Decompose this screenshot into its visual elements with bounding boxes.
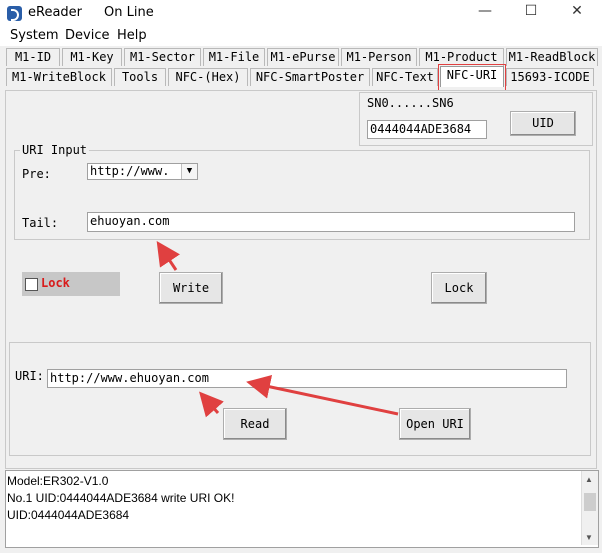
read-button[interactable]: Read bbox=[223, 408, 287, 440]
lock-checkbox[interactable] bbox=[25, 278, 38, 291]
menu-device[interactable]: Device bbox=[65, 28, 109, 43]
tab-m1-writeblock[interactable]: M1-WriteBlock bbox=[6, 68, 112, 86]
tab-row-1: M1-ID M1-Key M1-Sector M1-File M1-ePurse… bbox=[6, 48, 598, 66]
serial-number-label: SN0......SN6 bbox=[367, 96, 454, 110]
menu-help[interactable]: Help bbox=[117, 28, 147, 43]
window-title: eReader bbox=[28, 5, 83, 20]
scroll-down-icon[interactable]: ▼ bbox=[585, 533, 593, 542]
connection-status: On Line bbox=[104, 5, 154, 20]
tail-input[interactable]: ehuoyan.com bbox=[87, 212, 575, 232]
app-icon bbox=[7, 6, 22, 21]
tab-m1-person[interactable]: M1-Person bbox=[341, 48, 417, 66]
uri-input-legend: URI Input bbox=[20, 143, 90, 157]
menu-system[interactable]: System bbox=[10, 28, 58, 43]
title-bar: eReader On Line — ☐ ✕ bbox=[0, 0, 602, 26]
close-icon[interactable]: ✕ bbox=[562, 3, 592, 23]
scroll-up-icon[interactable]: ▲ bbox=[585, 475, 593, 484]
log-output[interactable]: Model:ER302-V1.0 No.1 UID:0444044ADE3684… bbox=[5, 470, 599, 548]
tail-label: Tail: bbox=[22, 216, 59, 230]
uid-button[interactable]: UID bbox=[510, 111, 576, 136]
uri-label: URI: bbox=[15, 369, 44, 383]
tab-m1-id[interactable]: M1-ID bbox=[6, 48, 60, 66]
log-scrollbar[interactable]: ▲ ▼ bbox=[581, 471, 598, 545]
tab-tools[interactable]: Tools bbox=[114, 68, 166, 86]
tab-row-2: M1-WriteBlock Tools NFC-(Hex) NFC-SmartP… bbox=[6, 66, 596, 87]
tab-m1-epurse[interactable]: M1-ePurse bbox=[267, 48, 339, 66]
log-line: No.1 UID:0444044ADE3684 write URI OK! bbox=[7, 491, 235, 505]
log-line: UID:0444044ADE3684 bbox=[7, 508, 130, 522]
uri-output-group bbox=[9, 342, 591, 456]
minimize-icon[interactable]: — bbox=[470, 3, 500, 23]
serial-number-field[interactable]: 0444044ADE3684 bbox=[367, 120, 487, 139]
chevron-down-icon[interactable]: ▼ bbox=[181, 164, 197, 179]
tab-nfc-text[interactable]: NFC-Text bbox=[372, 68, 438, 86]
tab-m1-sector[interactable]: M1-Sector bbox=[124, 48, 201, 66]
tab-nfc-hex[interactable]: NFC-(Hex) bbox=[168, 68, 248, 86]
active-tab-highlight bbox=[438, 64, 506, 92]
tab-m1-file[interactable]: M1-File bbox=[203, 48, 265, 66]
tab-nfc-smartposter[interactable]: NFC-SmartPoster bbox=[250, 68, 370, 86]
lock-checkbox-area[interactable]: Lock bbox=[22, 272, 120, 296]
log-line: Model:ER302-V1.0 bbox=[7, 474, 109, 488]
tab-15693-icode[interactable]: 15693-ICODE bbox=[506, 68, 594, 86]
pre-select[interactable]: http://www. ▼ bbox=[87, 163, 198, 180]
write-button[interactable]: Write bbox=[159, 272, 223, 304]
tab-m1-key[interactable]: M1-Key bbox=[62, 48, 122, 66]
uri-output-field[interactable]: http://www.ehuoyan.com bbox=[47, 369, 567, 388]
scroll-thumb[interactable] bbox=[584, 493, 596, 511]
tab-m1-readblock[interactable]: M1-ReadBlock bbox=[506, 48, 598, 66]
lock-button[interactable]: Lock bbox=[431, 272, 487, 304]
open-uri-button[interactable]: Open URI bbox=[399, 408, 471, 440]
lock-checkbox-label: Lock bbox=[41, 276, 70, 290]
maximize-icon[interactable]: ☐ bbox=[516, 3, 546, 23]
menu-bar: System Device Help bbox=[0, 26, 602, 46]
pre-label: Pre: bbox=[22, 167, 51, 181]
pre-select-value: http://www. bbox=[90, 164, 170, 178]
